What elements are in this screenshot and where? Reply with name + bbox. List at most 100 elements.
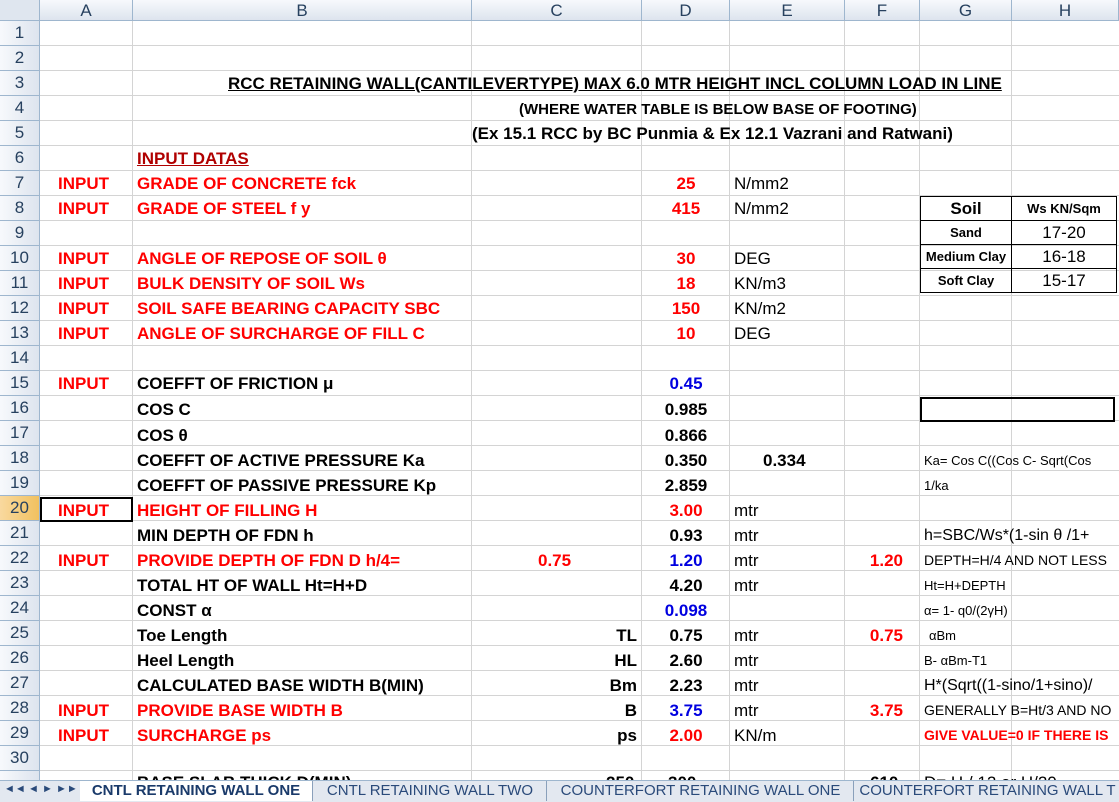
note-r25: αBm: [929, 628, 957, 643]
unit-r28: mtr: [734, 701, 759, 720]
unit-r11: KN/m3: [734, 274, 786, 293]
active-cell-a20[interactable]: [40, 497, 133, 522]
tab-cntl-retaining-wall-two[interactable]: CNTL RETAINING WALL TWO: [314, 781, 547, 801]
label-coeff-friction: COEFFT OF FRICTION μ: [137, 374, 334, 393]
label-const-alpha: CONST α: [137, 601, 212, 620]
row-header[interactable]: 24: [0, 596, 40, 621]
row-header[interactable]: 5: [0, 121, 40, 146]
row-header[interactable]: 25: [0, 621, 40, 646]
row-header[interactable]: 12: [0, 296, 40, 321]
row-header[interactable]: 1: [0, 21, 40, 46]
label-toe-length: Toe Length: [137, 626, 228, 645]
note-r24: α= 1- q0/(2γH): [924, 603, 1008, 618]
cell-c29: ps: [617, 726, 637, 745]
select-all-corner[interactable]: [0, 0, 40, 21]
value-calc-base-width[interactable]: 2.23: [642, 673, 730, 698]
row-header[interactable]: 26: [0, 646, 40, 671]
bordered-cell-g16[interactable]: [920, 397, 1115, 422]
unit-r22: mtr: [734, 551, 759, 570]
row-header[interactable]: 15: [0, 371, 40, 396]
value-angle-repose[interactable]: 30: [642, 246, 730, 271]
label-cos-c: COS C: [137, 400, 191, 419]
value-cos-c[interactable]: 0.985: [642, 397, 730, 422]
sheet-tab-bar: ◄◄ ◄ ► ►► CNTL RETAINING WALL ONE CNTL R…: [0, 780, 1119, 802]
value-sbc[interactable]: 150: [642, 296, 730, 321]
prev-sheet-nav-icon[interactable]: ◄: [28, 783, 39, 795]
value-surcharge[interactable]: 2.00: [642, 723, 730, 748]
row-header[interactable]: 8: [0, 196, 40, 221]
row-header[interactable]: 3: [0, 71, 40, 96]
label-angle-surcharge: ANGLE OF SURCHARGE OF FILL C: [137, 324, 425, 343]
row-header[interactable]: 21: [0, 521, 40, 546]
cell-f22: 1.20: [869, 551, 903, 570]
row-header[interactable]: 30: [0, 746, 40, 771]
value-height-filling[interactable]: 3.00: [642, 498, 730, 523]
row-header[interactable]: 13: [0, 321, 40, 346]
row-header[interactable]: 6: [0, 146, 40, 171]
value-const-alpha[interactable]: 0.098: [642, 598, 730, 623]
value-bulk-density[interactable]: 18: [642, 271, 730, 296]
row-header[interactable]: 19: [0, 471, 40, 496]
last-sheet-nav-icon[interactable]: ►►: [56, 783, 78, 795]
value-angle-surcharge[interactable]: 10: [642, 321, 730, 346]
row-header[interactable]: 18: [0, 446, 40, 471]
row-header[interactable]: 29: [0, 721, 40, 746]
column-header-c[interactable]: C: [472, 0, 642, 21]
input-tag-r10: INPUT: [58, 249, 109, 268]
soil-ws: 16-18: [1011, 244, 1117, 269]
row-header[interactable]: 22: [0, 546, 40, 571]
row-header[interactable]: 28: [0, 696, 40, 721]
row-header[interactable]: 14: [0, 346, 40, 371]
column-header-b[interactable]: B: [133, 0, 472, 21]
first-sheet-nav-icon[interactable]: ◄◄: [4, 783, 26, 795]
column-header-f[interactable]: F: [845, 0, 920, 21]
row-header[interactable]: 9: [0, 221, 40, 246]
label-calc-base-width: CALCULATED BASE WIDTH B(MIN): [137, 676, 424, 695]
row-header[interactable]: 20: [0, 496, 40, 521]
label-surcharge: SURCHARGE ps: [137, 726, 272, 745]
value-kp[interactable]: 2.859: [642, 473, 730, 498]
row-header[interactable]: 27: [0, 671, 40, 696]
value-total-height[interactable]: 4.20: [642, 573, 730, 598]
value-cos-theta[interactable]: 0.866: [642, 423, 730, 448]
column-header-d[interactable]: D: [642, 0, 730, 21]
cell-f25: 0.75: [869, 626, 903, 645]
value-coeff-friction[interactable]: 0.45: [642, 371, 730, 396]
column-header-h[interactable]: H: [1012, 0, 1119, 21]
note-r19: 1/ka: [924, 478, 949, 493]
row-header[interactable]: 2: [0, 46, 40, 71]
column-header-g[interactable]: G: [920, 0, 1012, 21]
value-heel-length[interactable]: 2.60: [642, 648, 730, 673]
row-header[interactable]: 17: [0, 421, 40, 446]
cell-c27: Bm: [609, 676, 637, 695]
row-header[interactable]: 11: [0, 271, 40, 296]
value-provide-base-width[interactable]: 3.75: [642, 698, 730, 723]
tab-counterfort-retaining-wall-one[interactable]: COUNTERFORT RETAINING WALL ONE: [548, 781, 854, 801]
soil-name: Medium Clay: [920, 244, 1012, 269]
value-fy[interactable]: 415: [642, 196, 730, 221]
label-provide-base-width: PROVIDE BASE WIDTH B: [137, 701, 343, 720]
note-r26: B- αBm-T1: [924, 653, 988, 668]
sheet-subtitle: (WHERE WATER TABLE IS BELOW BASE OF FOOT…: [519, 101, 917, 118]
label-bulk-density: BULK DENSITY OF SOIL Ws: [137, 274, 365, 293]
input-tag-r7: INPUT: [58, 174, 109, 193]
note-r29: GIVE VALUE=0 IF THERE IS: [924, 727, 1109, 743]
row-header[interactable]: 7: [0, 171, 40, 196]
row-header[interactable]: 4: [0, 96, 40, 121]
row-header[interactable]: 16: [0, 396, 40, 421]
value-ka[interactable]: 0.350: [642, 448, 730, 473]
gridline: [40, 45, 1119, 46]
value-toe-length[interactable]: 0.75: [642, 623, 730, 648]
column-header-e[interactable]: E: [730, 0, 845, 21]
row-header[interactable]: 23: [0, 571, 40, 596]
unit-r12: KN/m2: [734, 299, 786, 318]
row-header[interactable]: 10: [0, 246, 40, 271]
value-provide-depth[interactable]: 1.20: [642, 548, 730, 573]
tab-cntl-retaining-wall-one[interactable]: CNTL RETAINING WALL ONE: [80, 781, 313, 801]
tab-counterfort-retaining-wall-two[interactable]: COUNTERFORT RETAINING WALL T: [856, 781, 1119, 801]
next-sheet-nav-icon[interactable]: ►: [42, 783, 53, 795]
value-min-depth[interactable]: 0.93: [642, 523, 730, 548]
column-header-a[interactable]: A: [40, 0, 133, 21]
unit-r25: mtr: [734, 626, 759, 645]
value-fck[interactable]: 25: [642, 171, 730, 196]
